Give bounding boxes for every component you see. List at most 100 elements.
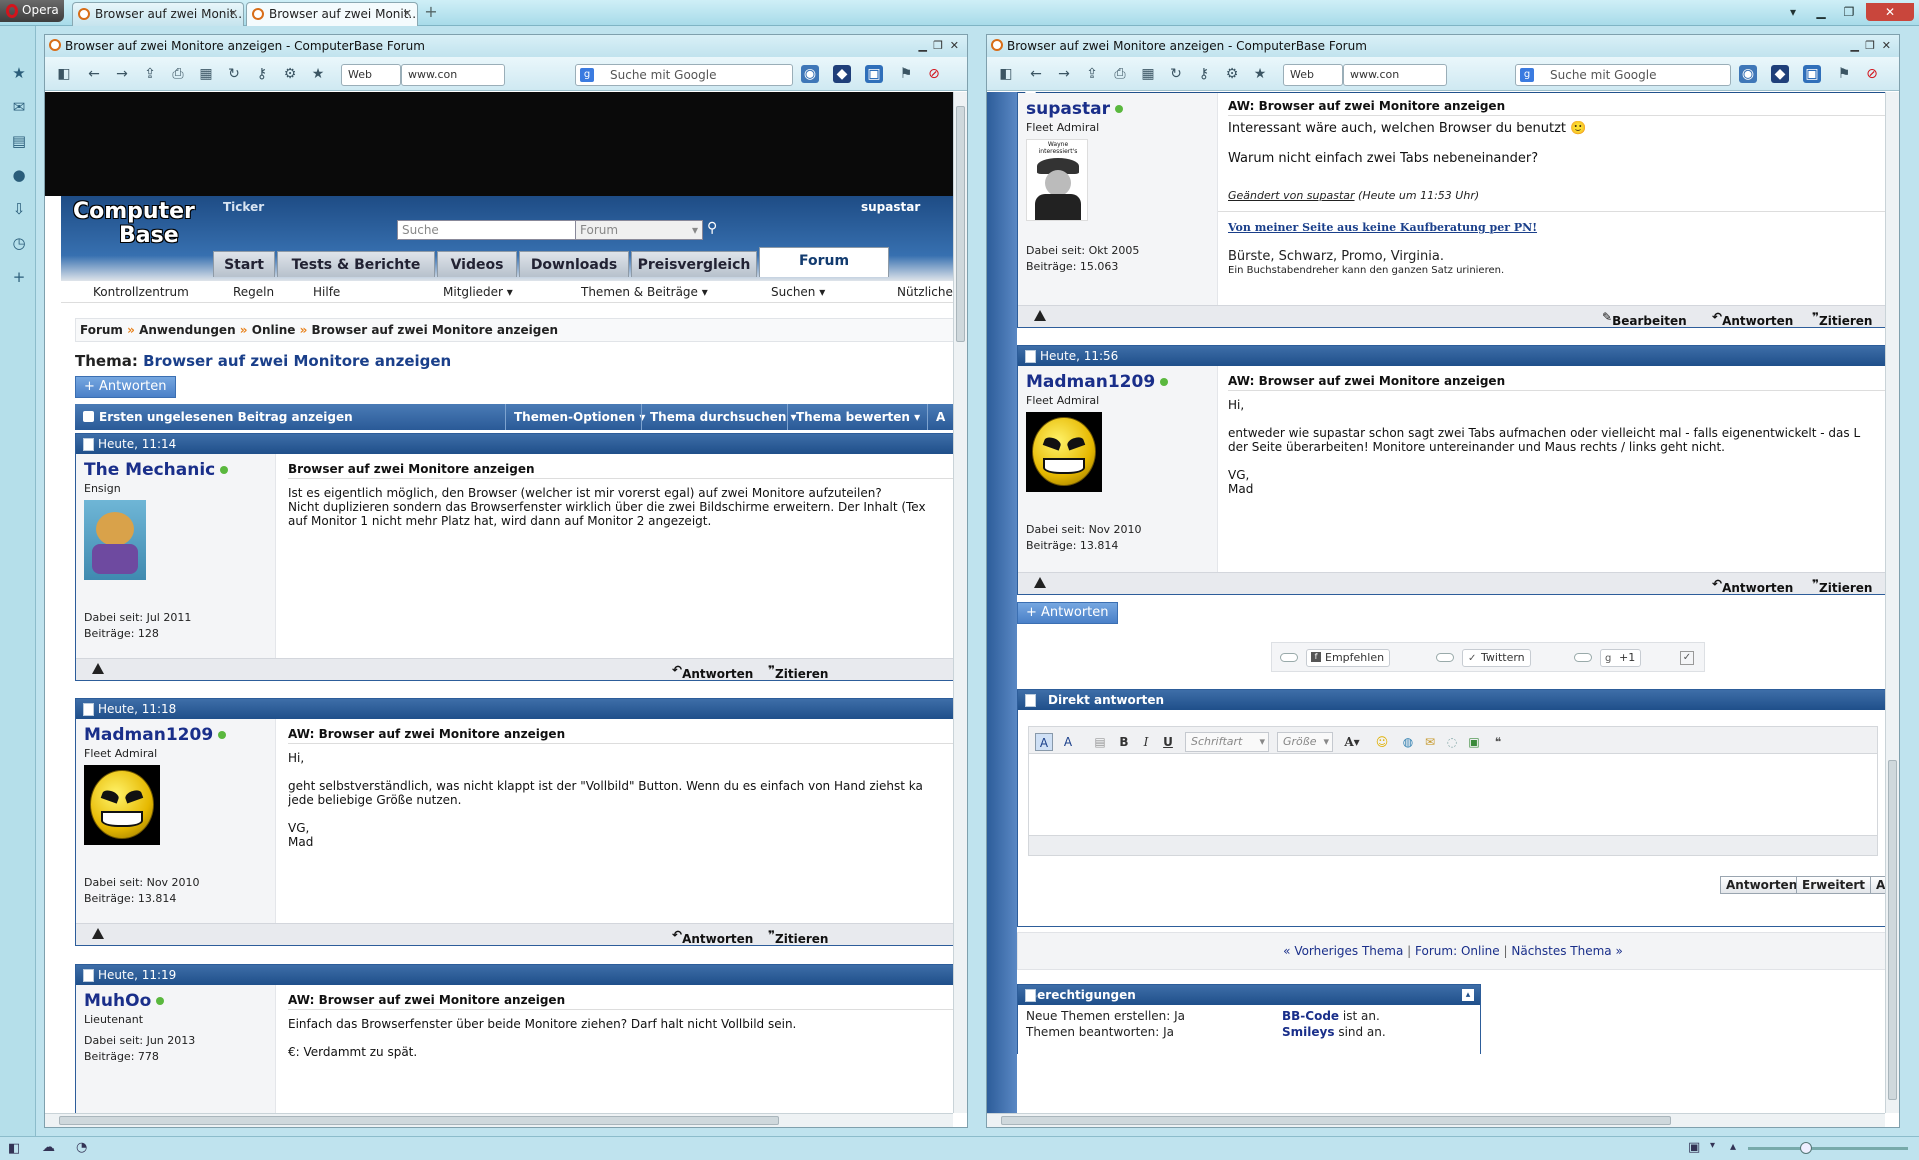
- feed-icon[interactable]: ▣: [865, 65, 883, 83]
- remove-format-icon[interactable]: A: [1059, 733, 1077, 751]
- font-color-icon[interactable]: A▾: [1343, 733, 1361, 751]
- forum-link[interactable]: Forum: Online: [1415, 944, 1500, 958]
- close-window-icon[interactable]: ✕: [1866, 3, 1914, 21]
- back-icon[interactable]: ←: [85, 65, 103, 83]
- breadcrumb-online[interactable]: Online: [252, 323, 296, 337]
- tab-right[interactable]: Browser auf zwei Monit... ✕: [246, 2, 418, 26]
- gplus-toggle[interactable]: [1574, 653, 1592, 662]
- username-link[interactable]: The Mechanic: [84, 460, 229, 480]
- site-info-button[interactable]: Web: [341, 64, 401, 86]
- speed-dial-icon[interactable]: ◔: [76, 1140, 87, 1155]
- thread-search-menu[interactable]: Thema durchsuchen ▾: [641, 404, 797, 430]
- save-icon[interactable]: ⇪: [141, 65, 159, 83]
- collapse-icon[interactable]: ▴: [1462, 989, 1474, 1001]
- reply-post-button[interactable]: ↶ Antworten: [672, 663, 753, 681]
- paste-icon[interactable]: ▤: [1091, 733, 1109, 751]
- next-thread-link[interactable]: Nächstes Thema »: [1511, 944, 1622, 958]
- nav-start[interactable]: Start: [213, 251, 275, 277]
- opera-menu-button[interactable]: Opera: [0, 0, 64, 22]
- chevron-down-icon[interactable]: ▾: [1710, 1140, 1715, 1151]
- user-menu[interactable]: supastar: [861, 200, 920, 214]
- zoom-slider[interactable]: [1748, 1147, 1908, 1150]
- signature-link[interactable]: Von meiner Seite aus keine Kaufberatung …: [1228, 221, 1537, 234]
- thread-more-menu[interactable]: A: [927, 404, 945, 430]
- username-link[interactable]: Madman1209: [84, 725, 227, 745]
- quote-post-button[interactable]: ❞ Zitieren: [1812, 577, 1872, 595]
- print-icon[interactable]: ⎙: [169, 65, 187, 83]
- quote-post-button[interactable]: ❞ Zitieren: [768, 928, 828, 946]
- search-field[interactable]: g Suche mit Google: [575, 64, 793, 86]
- nav-preisvergleich[interactable]: Preisvergleich: [631, 251, 757, 277]
- extension-icon[interactable]: ◉: [801, 65, 819, 83]
- restore-icon[interactable]: ❐: [1838, 3, 1860, 21]
- username-link[interactable]: Madman1209: [1026, 372, 1169, 392]
- report-icon[interactable]: [92, 663, 104, 674]
- close-icon[interactable]: ✕: [950, 35, 959, 57]
- reply-textarea[interactable]: [1028, 754, 1878, 836]
- search-field[interactable]: g Suche mit Google: [1515, 64, 1731, 86]
- bookmarks-icon[interactable]: ★: [10, 64, 28, 82]
- prev-thread-link[interactable]: « Vorheriges Thema: [1283, 944, 1403, 958]
- vertical-scrollbar[interactable]: [953, 92, 967, 1113]
- reply-button[interactable]: + Antworten: [1017, 602, 1118, 624]
- shield-icon[interactable]: ◆: [1771, 65, 1789, 83]
- submit-reply-button[interactable]: Antworten: [1720, 876, 1804, 894]
- forward-icon[interactable]: →: [113, 65, 131, 83]
- cloud-icon[interactable]: ☁: [42, 1140, 55, 1155]
- shield-icon[interactable]: ◆: [833, 65, 851, 83]
- reply-post-button[interactable]: ↶ Antworten: [672, 928, 753, 946]
- wand-key-icon[interactable]: ⚷: [1195, 65, 1213, 83]
- mail-icon[interactable]: ✉: [10, 98, 28, 116]
- vertical-scrollbar[interactable]: [1885, 92, 1899, 1113]
- subnav-mitglieder[interactable]: Mitglieder ▾: [443, 285, 513, 299]
- notifications-icon[interactable]: ⚑: [897, 65, 915, 83]
- unlink-icon[interactable]: ◌: [1443, 733, 1461, 751]
- gplus-share-button[interactable]: g +1: [1600, 649, 1642, 667]
- feed-icon[interactable]: ▣: [1803, 65, 1821, 83]
- thread-rate-menu[interactable]: Thema bewerten ▾: [787, 404, 920, 430]
- view-icon[interactable]: ▣: [1688, 1140, 1700, 1155]
- reply-post-button[interactable]: ↶ Antworten: [1712, 310, 1793, 328]
- report-icon[interactable]: [1034, 577, 1046, 588]
- image-icon[interactable]: ▣: [1465, 733, 1483, 751]
- report-icon[interactable]: [92, 928, 104, 939]
- quote-post-button[interactable]: ❞ Zitieren: [1812, 310, 1872, 328]
- back-icon[interactable]: ←: [1027, 65, 1045, 83]
- address-field[interactable]: www.con: [401, 64, 505, 86]
- panel-toggle-icon[interactable]: ◧: [55, 65, 73, 83]
- contacts-icon[interactable]: ●: [10, 166, 28, 184]
- share-settings-icon[interactable]: ✓: [1680, 651, 1694, 665]
- ad-block-icon[interactable]: ⚙: [1223, 65, 1241, 83]
- restore-icon[interactable]: ❐: [1865, 35, 1875, 57]
- zoom-out-icon[interactable]: ▴: [1730, 1139, 1736, 1153]
- subnav-suchen[interactable]: Suchen ▾: [771, 285, 825, 299]
- search-icon[interactable]: ⚲: [707, 220, 717, 236]
- minimize-icon[interactable]: ▁: [1810, 3, 1832, 21]
- horizontal-scrollbar[interactable]: [45, 1113, 953, 1127]
- forum-search-scope[interactable]: Forum ▾: [575, 220, 703, 240]
- panel-toggle-icon[interactable]: ◧: [997, 65, 1015, 83]
- nav-tests[interactable]: Tests & Berichte: [277, 251, 435, 277]
- advanced-reply-button[interactable]: Erweitert: [1796, 876, 1871, 894]
- wysiwyg-toggle-icon[interactable]: A: [1035, 733, 1053, 751]
- subnav-regeln[interactable]: Regeln: [233, 285, 274, 299]
- nav-forum[interactable]: Forum: [759, 247, 889, 277]
- tab-close-icon[interactable]: ✕: [403, 3, 412, 25]
- address-field[interactable]: www.con: [1343, 64, 1447, 86]
- bookmark-star-icon[interactable]: ★: [309, 65, 327, 83]
- twitter-toggle[interactable]: [1436, 653, 1454, 662]
- nav-downloads[interactable]: Downloads: [519, 251, 629, 277]
- close-icon[interactable]: ✕: [1882, 35, 1891, 57]
- tab-left[interactable]: Browser auf zwei Monit... ✕: [72, 2, 244, 26]
- restore-icon[interactable]: ❐: [933, 35, 943, 57]
- facebook-toggle[interactable]: [1280, 653, 1298, 662]
- tile-icon[interactable]: ▦: [1139, 65, 1157, 83]
- twitter-share-button[interactable]: ✓ Twittern: [1462, 649, 1531, 667]
- quote-icon[interactable]: ❝: [1489, 733, 1507, 751]
- username-link[interactable]: MuhOo: [84, 991, 165, 1011]
- smiley-icon[interactable]: ☺: [1373, 733, 1391, 751]
- tile-icon[interactable]: ▦: [197, 65, 215, 83]
- breadcrumb-anwendungen[interactable]: Anwendungen: [139, 323, 236, 337]
- edit-post-button[interactable]: ✎ Bearbeiten: [1602, 310, 1687, 328]
- email-icon[interactable]: ✉: [1421, 733, 1439, 751]
